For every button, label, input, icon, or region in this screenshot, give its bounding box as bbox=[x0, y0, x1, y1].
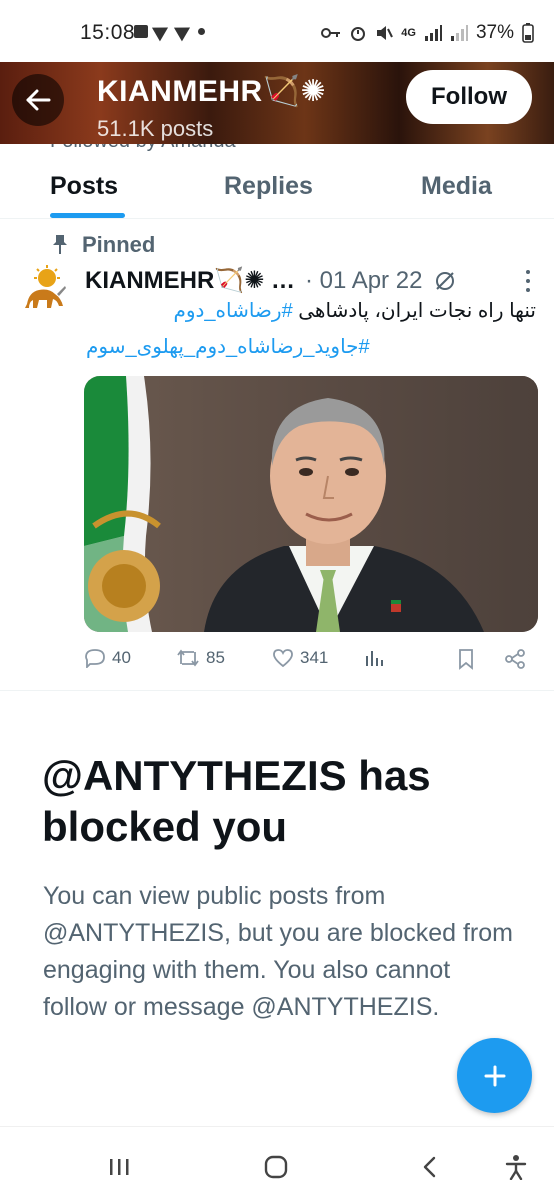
blocked-title: @ANTYTHEZIS has blocked you bbox=[42, 752, 431, 850]
tab-media[interactable]: Media bbox=[421, 172, 492, 201]
like-count: 341 bbox=[300, 648, 329, 667]
portrait-photo bbox=[84, 376, 538, 632]
views-icon bbox=[366, 651, 383, 666]
status-time: 15:08 bbox=[80, 21, 136, 44]
repost-icon bbox=[177, 649, 199, 667]
bookmark-icon bbox=[459, 649, 473, 670]
followed-by-text: Followed by Amanda bbox=[50, 144, 236, 152]
system-icons: 4G 37% bbox=[321, 22, 534, 44]
signal-icon bbox=[450, 25, 468, 41]
chevron-left-icon bbox=[423, 1156, 436, 1178]
reply-button[interactable]: 40 bbox=[84, 648, 131, 668]
telegram-icon bbox=[173, 20, 195, 42]
reply-count: 40 bbox=[112, 648, 131, 667]
pinned-indicator: Pinned bbox=[52, 232, 155, 258]
hashtag-link[interactable]: #رضاشاه_دوم bbox=[173, 300, 292, 322]
accessibility-button[interactable] bbox=[496, 1147, 536, 1187]
post-text-line1: تنها راه نجات ایران، پادشاهی #رضاشاه_دوم bbox=[173, 298, 536, 323]
tab-replies[interactable]: Replies bbox=[224, 172, 313, 201]
reply-icon bbox=[85, 649, 105, 668]
hashtag-link[interactable]: #جاوید_رضاشاه_دوم_پهلوی_سوم bbox=[86, 334, 370, 359]
repost-button[interactable]: 85 bbox=[176, 648, 225, 668]
blocked-description: You can view public posts from @ANTYTHEZ… bbox=[43, 882, 513, 1021]
home-button[interactable] bbox=[256, 1147, 296, 1187]
gallery-icon bbox=[134, 24, 148, 38]
like-button[interactable]: 341 bbox=[272, 648, 328, 668]
profile-tabs: Posts Replies Media bbox=[0, 152, 554, 219]
share-button[interactable] bbox=[504, 648, 526, 670]
home-icon bbox=[264, 1155, 288, 1179]
compose-button[interactable] bbox=[457, 1038, 532, 1113]
notification-icons bbox=[134, 20, 205, 42]
post-image[interactable] bbox=[84, 376, 538, 632]
back-button[interactable] bbox=[12, 74, 64, 126]
recent-apps-button[interactable] bbox=[100, 1147, 140, 1187]
arrow-left-icon bbox=[26, 89, 51, 111]
post-actions: 40 85 341 bbox=[84, 648, 534, 672]
battery-icon bbox=[522, 23, 534, 43]
bookmark-button[interactable] bbox=[456, 648, 476, 670]
post-header: KIANMEHR🏹✺ … · 01 Apr 22 bbox=[85, 266, 456, 295]
active-tab-indicator bbox=[50, 213, 125, 218]
recent-apps-icon bbox=[110, 1159, 129, 1175]
plus-icon bbox=[484, 1065, 505, 1086]
posts-count: 51.1K posts bbox=[97, 116, 214, 141]
back-nav-button[interactable] bbox=[410, 1147, 450, 1187]
mute-icon bbox=[377, 26, 394, 40]
post-author[interactable]: KIANMEHR🏹✺ … bbox=[85, 266, 295, 295]
profile-header: KIANMEHR🏹✺ 51.1K posts Follow bbox=[0, 62, 554, 144]
alarm-icon bbox=[351, 27, 366, 41]
post-text: تنها راه نجات ایران، پادشاهی bbox=[298, 300, 536, 322]
signal-icon bbox=[424, 25, 442, 41]
follow-button[interactable]: Follow bbox=[406, 70, 532, 124]
battery-text: 37% bbox=[475, 22, 514, 43]
tab-posts[interactable]: Posts bbox=[50, 172, 118, 201]
heart-icon bbox=[273, 649, 293, 668]
post-date[interactable]: · 01 Apr 22 bbox=[305, 267, 422, 295]
repost-count: 85 bbox=[206, 648, 225, 667]
divider bbox=[0, 690, 554, 691]
pin-icon bbox=[53, 235, 67, 254]
system-navigation-bar bbox=[0, 1126, 554, 1201]
grok-icon[interactable] bbox=[434, 270, 456, 292]
status-bar: 15:08 4G 37% bbox=[0, 0, 554, 62]
author-avatar[interactable] bbox=[17, 264, 69, 316]
lion-and-sun-emblem-icon bbox=[25, 265, 66, 308]
network-type: 4G bbox=[401, 27, 416, 39]
profile-name: KIANMEHR🏹✺ bbox=[97, 75, 327, 108]
telegram-icon bbox=[151, 20, 173, 42]
more-notifications-icon bbox=[198, 27, 205, 35]
pinned-label: Pinned bbox=[82, 232, 156, 257]
views-button[interactable] bbox=[364, 648, 384, 668]
share-icon bbox=[505, 649, 525, 669]
key-icon bbox=[321, 28, 341, 38]
more-options-icon[interactable] bbox=[518, 268, 538, 294]
followed-by-row: Followed by Amanda bbox=[0, 144, 554, 152]
accessibility-icon bbox=[505, 1155, 527, 1180]
